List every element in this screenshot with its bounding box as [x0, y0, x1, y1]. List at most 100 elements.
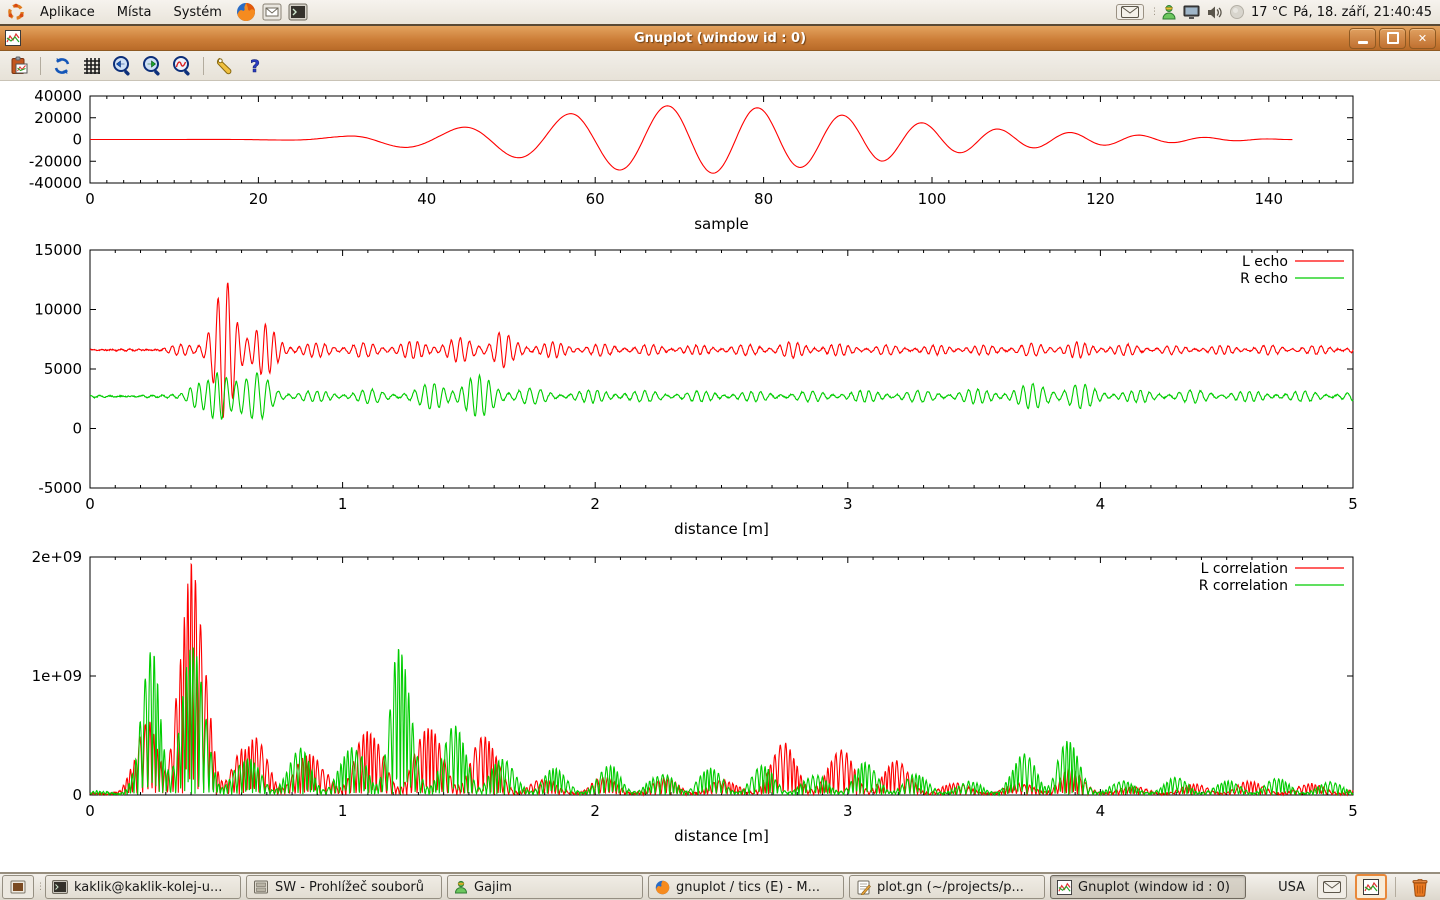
svg-text:40: 40	[417, 190, 436, 208]
svg-text:5: 5	[1348, 802, 1358, 820]
next-zoom-button[interactable]	[139, 54, 165, 78]
firefox-icon	[655, 880, 670, 895]
svg-text:?: ?	[250, 57, 260, 76]
text-editor-icon	[856, 880, 871, 895]
terminal-icon	[52, 880, 68, 894]
svg-text:0: 0	[85, 495, 95, 513]
toolbar-separator	[203, 57, 204, 75]
taskbar-item-file-manager[interactable]: SW - Prohlížeč souborů	[246, 875, 442, 899]
svg-text:4: 4	[1096, 495, 1106, 513]
temperature-label[interactable]: 17 °C	[1251, 5, 1287, 20]
svg-text:140: 140	[1254, 190, 1283, 208]
firefox-icon[interactable]	[235, 1, 257, 23]
svg-text:1e+09: 1e+09	[32, 667, 82, 685]
svg-text:1: 1	[338, 802, 348, 820]
menu-applications[interactable]: Aplikace	[30, 3, 105, 22]
svg-text:R correlation: R correlation	[1199, 578, 1288, 594]
gnuplot-icon	[1057, 880, 1072, 895]
svg-text:0: 0	[72, 786, 82, 804]
taskbar-item-label: plot.gn (~/projects/p...	[877, 880, 1024, 895]
chart-chirp-sample[interactable]: 020406080100120140-40000-200000200004000…	[0, 88, 1440, 248]
taskbar-item-gajim[interactable]: Gajim	[447, 875, 643, 899]
help-button[interactable]: ?	[242, 54, 268, 78]
taskbar-item-label: Gajim	[474, 880, 512, 895]
taskbar-grip[interactable]: ⋮	[36, 885, 42, 889]
menu-places[interactable]: Místa	[107, 3, 162, 22]
svg-text:4: 4	[1096, 802, 1106, 820]
user-switcher-icon[interactable]	[1161, 4, 1177, 20]
svg-text:20000: 20000	[34, 109, 82, 127]
toolbar-separator	[40, 57, 41, 75]
taskbar: ⋮ kaklik@kaklik-kolej-u... SW - Prohlíže…	[0, 872, 1440, 900]
svg-text:2e+09: 2e+09	[32, 550, 82, 566]
mail-icon[interactable]	[261, 1, 283, 23]
window-titlebar[interactable]: Gnuplot (window id : 0) ✕	[0, 26, 1440, 51]
svg-text:120: 120	[1086, 190, 1115, 208]
svg-text:40000: 40000	[34, 88, 82, 105]
unzoom-button[interactable]	[169, 54, 195, 78]
svg-text:0: 0	[72, 420, 82, 438]
svg-text:distance [m]: distance [m]	[674, 520, 769, 538]
terminal-icon[interactable]	[287, 1, 309, 23]
svg-text:5000: 5000	[44, 360, 82, 378]
options-button[interactable]	[212, 54, 238, 78]
svg-text:0: 0	[85, 802, 95, 820]
weather-icon[interactable]	[1229, 4, 1245, 20]
svg-text:15000: 15000	[34, 243, 82, 259]
taskbar-item-gnuplot[interactable]: Gnuplot (window id : 0)	[1050, 875, 1246, 899]
gnuplot-tray-icon[interactable]	[1355, 874, 1387, 900]
svg-text:3: 3	[843, 802, 853, 820]
replot-button[interactable]	[49, 54, 75, 78]
minimize-button[interactable]	[1349, 28, 1376, 49]
svg-text:20: 20	[249, 190, 268, 208]
gajim-icon	[454, 880, 468, 894]
menu-system[interactable]: Systém	[163, 3, 231, 22]
previous-zoom-button[interactable]	[109, 54, 135, 78]
mail-tray-icon[interactable]	[1317, 875, 1347, 899]
svg-text:10000: 10000	[34, 301, 82, 319]
chart-echo-distance[interactable]: 012345-5000050001000015000distance [m]L …	[0, 243, 1440, 543]
panel-tray: ⋮ 17 °C	[1116, 4, 1440, 20]
svg-text:2: 2	[590, 495, 600, 513]
trash-icon[interactable]	[1404, 877, 1436, 897]
copy-to-clipboard-button[interactable]	[6, 54, 32, 78]
display-icon[interactable]	[1183, 5, 1200, 20]
svg-text:2: 2	[590, 802, 600, 820]
taskbar-item-editor[interactable]: plot.gn (~/projects/p...	[849, 875, 1045, 899]
chart-correlation-distance[interactable]: 0 1 2 3 4 5 0 1e+09 2e+09 distance [m] L correlati…	[0, 550, 1440, 860]
taskbar-item-firefox[interactable]: gnuplot / tics (E) - M...	[648, 875, 844, 899]
svg-text:sample: sample	[694, 215, 749, 233]
taskbar-item-label: kaklik@kaklik-kolej-u...	[74, 880, 222, 895]
svg-text:L correlation: L correlation	[1201, 561, 1288, 577]
svg-text:-5000: -5000	[38, 479, 82, 497]
maximize-button[interactable]	[1379, 28, 1406, 49]
tray-grip[interactable]: ⋮	[1150, 10, 1155, 14]
show-desktop-button[interactable]	[2, 875, 34, 899]
svg-text:100: 100	[918, 190, 947, 208]
svg-text:1: 1	[338, 495, 348, 513]
svg-text:R echo: R echo	[1240, 271, 1288, 287]
svg-text:0: 0	[85, 190, 95, 208]
taskbar-right: USA	[1274, 874, 1438, 900]
window-title: Gnuplot (window id : 0)	[0, 31, 1440, 46]
svg-text:3: 3	[843, 495, 853, 513]
gnuplot-canvas[interactable]: 020406080100120140-40000-200000200004000…	[0, 82, 1440, 872]
message-indicator-icon[interactable]	[1116, 4, 1144, 20]
desktop: { "colors": { "accent_orange": "#cd7f39"…	[0, 0, 1440, 900]
close-button[interactable]: ✕	[1409, 28, 1436, 49]
gnuplot-toolbar: ?	[0, 51, 1440, 81]
gnome-top-panel: Aplikace Místa Systém	[0, 0, 1440, 26]
svg-text:distance [m]: distance [m]	[674, 827, 769, 845]
taskbar-item-label: Gnuplot (window id : 0)	[1078, 880, 1230, 895]
taskbar-separator	[1395, 877, 1396, 897]
taskbar-item-label: gnuplot / tics (E) - M...	[676, 880, 820, 895]
toggle-grid-button[interactable]	[79, 54, 105, 78]
taskbar-item-terminal[interactable]: kaklik@kaklik-kolej-u...	[45, 875, 241, 899]
volume-icon[interactable]	[1206, 5, 1223, 20]
clock-label[interactable]: Pá, 18. září, 21:40:45	[1293, 5, 1432, 20]
ubuntu-logo-icon[interactable]	[5, 1, 27, 23]
svg-text:-40000: -40000	[29, 174, 82, 192]
svg-text:80: 80	[754, 190, 773, 208]
keyboard-layout-indicator[interactable]: USA	[1274, 880, 1309, 895]
window-controls: ✕	[1349, 28, 1440, 49]
